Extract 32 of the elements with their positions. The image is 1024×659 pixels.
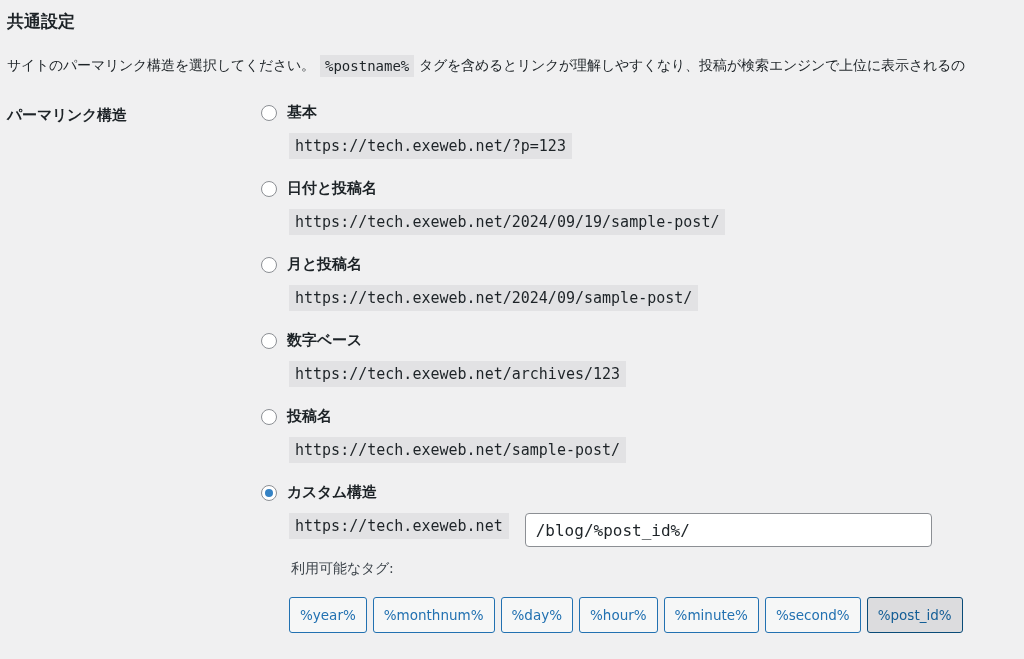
example-url: https://tech.exeweb.net/2024/09/sample-post/: [289, 285, 699, 311]
tag-button[interactable]: %day%: [500, 597, 573, 633]
field-label: パーマリンク構造: [7, 106, 128, 125]
radio-button[interactable]: [261, 180, 277, 197]
option-label: 日付と投稿名: [287, 179, 377, 198]
radio-button[interactable]: [261, 484, 277, 501]
section-heading: 共通設定: [7, 10, 76, 33]
tag-button[interactable]: %second%: [764, 597, 861, 633]
tags-label: 利用可能なタグ:: [291, 560, 395, 578]
option-label: 数字ベース: [287, 331, 362, 350]
radio-button[interactable]: [261, 332, 277, 349]
example-url: https://tech.exeweb.net/?p=123: [289, 133, 572, 159]
tag-button[interactable]: %monthnum%: [372, 597, 495, 633]
tag-button[interactable]: %year%: [289, 597, 367, 633]
url-prefix: https://tech.exeweb.net: [289, 513, 509, 539]
description-text: タグを含めるとリンクが理解しやすくなり、投稿が検索エンジンで上位に表示されるの: [419, 57, 966, 75]
option-label: 基本: [287, 103, 317, 122]
tag-code: %postname%: [320, 55, 415, 77]
tag-button[interactable]: %hour%: [579, 597, 658, 633]
description-text: サイトのパーマリンク構造を選択してください。: [7, 57, 315, 75]
example-url: https://tech.exeweb.net/2024/09/19/sample-post/: [289, 209, 726, 235]
radio-button[interactable]: [261, 408, 277, 425]
option-label: カスタム構造: [287, 483, 377, 502]
radio-button[interactable]: [261, 104, 277, 121]
example-url: https://tech.exeweb.net/archives/123: [289, 361, 627, 387]
tag-button[interactable]: %post_id%: [866, 597, 963, 633]
option-label: 投稿名: [287, 407, 332, 426]
custom-structure-field[interactable]: /blog/%post_id%/: [524, 513, 932, 547]
tag-button[interactable]: %minute%: [663, 597, 759, 633]
radio-button[interactable]: [261, 256, 277, 273]
option-label: 月と投稿名: [287, 255, 362, 274]
example-url: https://tech.exeweb.net/sample-post/: [289, 437, 627, 463]
